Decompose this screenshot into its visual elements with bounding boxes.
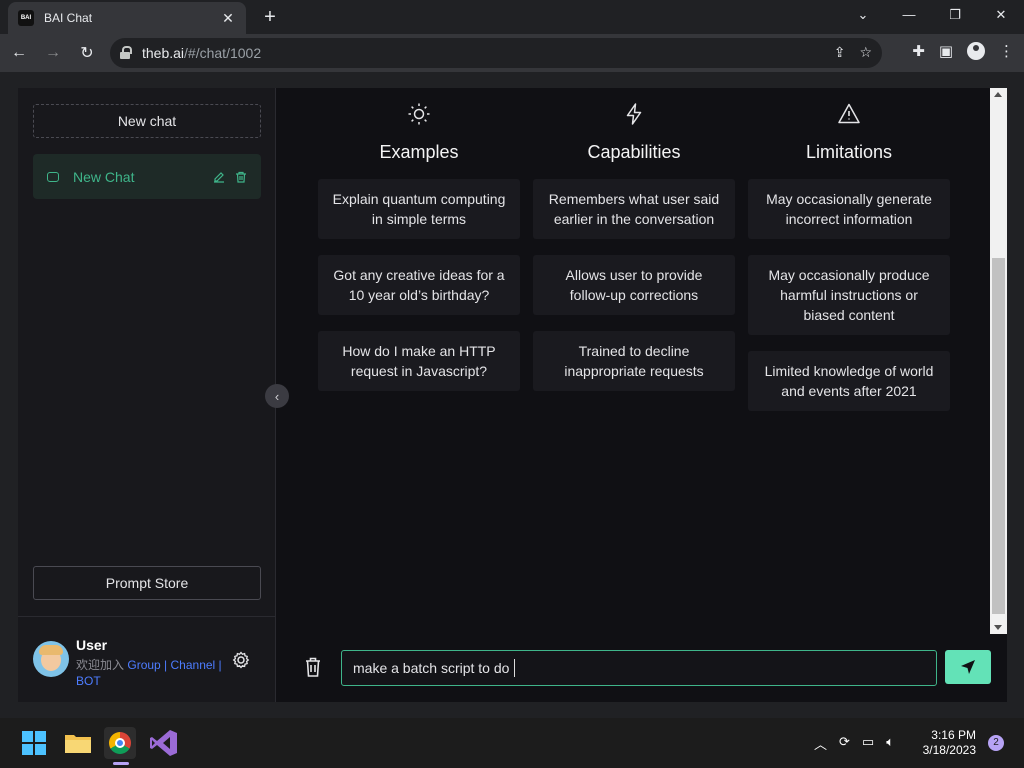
omnibox-actions: ⇪ ☆ (834, 44, 872, 61)
avatar[interactable] (33, 641, 69, 677)
user-links: 欢迎加入 Group | Channel | BOT (76, 657, 226, 689)
chat-item-title: New Chat (73, 168, 135, 185)
limitation-card: Limited knowledge of world and events af… (748, 351, 950, 411)
sidebar-chat-item[interactable]: New Chat (33, 154, 261, 199)
back-button[interactable]: ← (4, 38, 34, 68)
message-input[interactable] (341, 650, 937, 686)
user-name: User (76, 637, 108, 653)
close-window-button[interactable]: ✕ (978, 0, 1024, 32)
chat-bubble-icon (47, 171, 59, 182)
system-tray: ︿ ⟳ ▭ 🔈︎ (814, 734, 894, 753)
browser-tab-bar: BAI BAI Chat ✕ + ⌄ — ❐ ✕ (0, 0, 1024, 34)
example-card[interactable]: How do I make an HTTP request in Javascr… (318, 331, 520, 391)
delete-icon[interactable] (235, 171, 247, 183)
windows-taskbar: ︿ ⟳ ▭ 🔈︎ 3:16 PM 3/18/2023 2 (0, 718, 1024, 768)
visual-studio-icon[interactable] (148, 727, 180, 759)
profile-icon[interactable] (967, 42, 985, 60)
menu-kebab-icon[interactable]: ⋮ (999, 42, 1014, 60)
chrome-taskbar-icon[interactable] (104, 727, 136, 759)
bookmark-star-icon[interactable]: ☆ (859, 44, 872, 61)
window-controls: ⌄ — ❐ ✕ (840, 0, 1024, 32)
capabilities-column: Capabilities Remembers what user said ea… (533, 100, 735, 407)
sync-icon[interactable]: ⟳ (839, 734, 850, 753)
chrome-center (115, 738, 125, 748)
send-icon (961, 660, 975, 674)
welcome-text: 欢迎加入 (76, 658, 125, 672)
limitation-card: May occasionally produce harmful instruc… (748, 255, 950, 335)
warning-icon (748, 100, 950, 128)
example-card[interactable]: Got any creative ideas for a 10 year old… (318, 255, 520, 315)
capability-card: Allows user to provide follow-up correct… (533, 255, 735, 315)
settings-gear-icon[interactable] (232, 651, 250, 669)
limitation-card: May occasionally generate incorrect info… (748, 179, 950, 239)
scrollbar-thumb[interactable] (992, 258, 1005, 614)
send-button[interactable] (945, 650, 991, 684)
restore-button[interactable]: ❐ (932, 0, 978, 32)
bai-favicon-icon: BAI (18, 10, 34, 26)
side-panel-icon[interactable]: ▣ (939, 42, 953, 60)
capability-card: Trained to decline inappropriate request… (533, 331, 735, 391)
scroll-up-arrow-icon[interactable] (994, 92, 1002, 97)
page-scrollbar[interactable] (990, 88, 1007, 634)
reload-button[interactable]: ↻ (72, 38, 102, 68)
avatar-hair (39, 645, 63, 655)
column-title: Examples (379, 142, 459, 162)
address-bar[interactable]: theb.ai/#/chat/1002 ⇪ ☆ (110, 38, 882, 68)
active-app-indicator (113, 762, 129, 765)
browser-tab[interactable]: BAI BAI Chat ✕ (8, 2, 246, 34)
scroll-down-arrow-icon[interactable] (994, 625, 1002, 630)
user-panel: User 欢迎加入 Group | Channel | BOT (18, 616, 276, 702)
channel-link[interactable]: Channel (171, 658, 216, 672)
clock-time: 3:16 PM (931, 728, 976, 742)
toolbar-actions: ✚ ▣ ⋮ (912, 42, 1014, 60)
clock-date: 3/18/2023 (922, 743, 976, 757)
main-content: Examples Explain quantum computing in si… (277, 88, 991, 634)
start-windows-icon[interactable] (18, 727, 50, 759)
column-title: Capabilities (587, 142, 681, 162)
tab-title: BAI Chat (44, 11, 93, 25)
lock-icon[interactable] (120, 46, 132, 60)
sidebar: New chat New Chat Prompt Store User 欢迎加入… (18, 88, 276, 702)
file-explorer-icon[interactable] (62, 727, 94, 759)
clear-chat-trash-icon[interactable] (303, 656, 323, 678)
minimize-button[interactable]: — (886, 0, 932, 32)
edit-icon[interactable] (213, 171, 225, 183)
text-cursor (514, 659, 520, 677)
browser-toolbar: ← → ↻ theb.ai/#/chat/1002 ⇪ ☆ ✚ ▣ ⋮ (0, 34, 1024, 72)
chevron-up-icon[interactable]: ︿ (814, 734, 827, 753)
chat-input-area (277, 634, 1007, 702)
group-link[interactable]: Group (127, 658, 160, 672)
capability-card: Remembers what user said earlier in the … (533, 179, 735, 239)
new-chat-button[interactable]: New chat (33, 104, 261, 138)
sun-icon (318, 100, 520, 128)
new-tab-button[interactable]: + (258, 6, 282, 30)
limitations-column: Limitations May occasionally generate in… (748, 100, 950, 427)
example-card[interactable]: Explain quantum computing in simple term… (318, 179, 520, 239)
volume-icon[interactable]: 🔈︎ (886, 734, 894, 753)
bot-link[interactable]: BOT (76, 674, 101, 688)
lightning-icon (533, 100, 735, 128)
column-title: Limitations (805, 142, 893, 162)
page-viewport: New chat New Chat Prompt Store User 欢迎加入… (0, 72, 1024, 718)
extensions-icon[interactable]: ✚ (912, 42, 925, 60)
examples-column: Examples Explain quantum computing in si… (318, 100, 520, 407)
prompt-store-button[interactable]: Prompt Store (33, 566, 261, 600)
clock[interactable]: 3:16 PM 3/18/2023 (918, 728, 976, 758)
share-icon[interactable]: ⇪ (834, 44, 846, 61)
link-separator: | (160, 658, 171, 672)
tab-close-icon[interactable]: ✕ (220, 10, 236, 27)
forward-button[interactable]: → (38, 38, 68, 68)
tab-search-icon[interactable]: ⌄ (840, 0, 886, 32)
url-host: theb.ai (142, 45, 185, 61)
link-separator: | (215, 658, 222, 672)
network-icon[interactable]: ▭ (862, 734, 874, 753)
notification-badge[interactable]: 2 (988, 735, 1004, 751)
chat-app: New chat New Chat Prompt Store User 欢迎加入… (18, 88, 1007, 702)
url-path: /#/chat/1002 (184, 45, 262, 61)
